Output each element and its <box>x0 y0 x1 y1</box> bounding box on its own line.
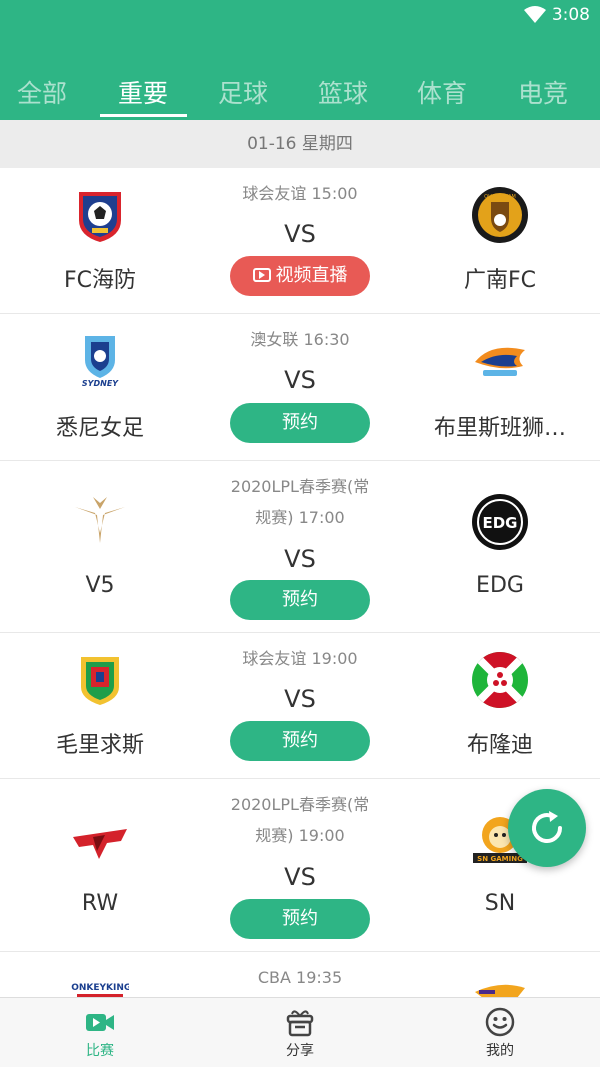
wifi-icon <box>524 6 546 23</box>
book-button[interactable]: 预约 <box>230 721 370 761</box>
brisbane-roar-logo-icon <box>475 347 525 376</box>
live-video-button[interactable]: 视频直播 <box>230 256 370 296</box>
monkeykings-logo-icon: MONKEYKINGS <box>71 983 129 997</box>
home-team-name: V5 <box>85 573 115 598</box>
video-icon <box>86 1014 114 1031</box>
league-time: 澳女联 16:30 <box>250 330 350 349</box>
away-team-name: EDG <box>476 573 524 598</box>
book-button[interactable]: 预约 <box>230 403 370 443</box>
match-list[interactable]: 01-16 星期四 FC海防 球会友谊 15:00 VS 视频直播 QUANG … <box>0 120 600 997</box>
vs-label: VS <box>284 545 316 573</box>
away-team-name: 布里斯班狮… <box>433 416 566 441</box>
match-row[interactable]: 毛里求斯 球会友谊 19:00 VS 预约 布隆迪 <box>0 633 600 779</box>
home-team-name: 悉尼女足 <box>55 416 144 441</box>
away-team-name: SN <box>484 891 516 916</box>
league-time: 球会友谊 19:00 <box>242 649 358 668</box>
gift-icon <box>286 1010 314 1037</box>
league-time-line1: 2020LPL春季赛(常 <box>230 795 370 814</box>
svg-text:SN GAMING: SN GAMING <box>477 855 523 863</box>
header: 3:08 全部 重要 足球 篮球 体育 电竞 <box>0 0 600 120</box>
away-team-name: 布隆迪 <box>466 733 533 758</box>
mauritius-logo-icon <box>81 657 119 705</box>
refresh-button[interactable] <box>508 789 586 867</box>
league-time-line2: 规赛) 17:00 <box>255 508 345 527</box>
nav-share-label: 分享 <box>286 1043 314 1059</box>
tab-all[interactable]: 全部 <box>0 70 92 118</box>
live-button-label: 视频直播 <box>275 265 348 286</box>
tab-sports[interactable]: 体育 <box>392 70 492 118</box>
svg-text:QUANG NAM: QUANG NAM <box>484 194 516 200</box>
match-row[interactable]: SYDNEY 悉尼女足 澳女联 16:30 VS 预约 布里斯班狮… <box>0 314 600 461</box>
nav-share[interactable]: 分享 <box>200 998 400 1067</box>
tab-basketball[interactable]: 篮球 <box>293 70 393 118</box>
nav-matches-label: 比赛 <box>86 1043 114 1059</box>
svg-text:MONKEYKINGS: MONKEYKINGS <box>71 983 129 993</box>
vs-label: VS <box>284 685 316 713</box>
vs-label: VS <box>284 220 316 248</box>
status-time: 3:08 <box>551 5 590 25</box>
home-team-name: 毛里求斯 <box>55 733 144 758</box>
nav-profile-label: 我的 <box>486 1043 514 1059</box>
active-tab-indicator <box>100 114 187 117</box>
smiley-icon <box>485 1007 515 1037</box>
tab-football[interactable]: 足球 <box>193 70 293 118</box>
rw-logo-icon <box>73 829 127 859</box>
league-time: 球会友谊 15:00 <box>242 184 358 203</box>
book-button[interactable]: 预约 <box>230 899 370 939</box>
league-time: CBA 19:35 <box>257 968 343 987</box>
tab-important[interactable]: 重要 <box>93 70 193 118</box>
category-tabs: 全部 重要 足球 篮球 体育 电竞 <box>0 70 600 120</box>
nav-matches[interactable]: 比赛 <box>0 998 200 1067</box>
vs-label: VS <box>284 366 316 394</box>
match-row[interactable]: MONKEYKINGS CBA 19:35 <box>0 952 600 997</box>
burundi-flag-icon <box>472 652 528 708</box>
sydney-fc-logo-icon: SYDNEY <box>82 336 119 388</box>
svg-text:EDG: EDG <box>482 514 517 532</box>
match-row[interactable]: FC海防 球会友谊 15:00 VS 视频直播 QUANG NAM 广南FC <box>0 168 600 314</box>
league-time-line2: 规赛) 19:00 <box>255 826 345 845</box>
away-team-name: 广南FC <box>463 268 537 293</box>
svg-text:SYDNEY: SYDNEY <box>82 379 119 388</box>
haiphong-logo-icon <box>79 192 121 242</box>
cba-team-logo-icon <box>475 984 525 997</box>
refresh-icon <box>532 811 562 844</box>
status-bar: 3:08 <box>0 0 600 32</box>
book-button[interactable]: 预约 <box>230 580 370 620</box>
tv-icon <box>252 268 271 282</box>
quangnam-logo-icon: QUANG NAM <box>472 187 528 243</box>
match-row[interactable]: V5 2020LPL春季赛(常 规赛) 17:00 VS 预约 EDG EDG <box>0 461 600 633</box>
date-header: 01-16 星期四 <box>0 120 600 168</box>
match-row[interactable]: RW 2020LPL春季赛(常 规赛) 19:00 VS 预约 SN GAMIN… <box>0 779 600 952</box>
home-team-name: RW <box>81 891 119 916</box>
vs-label: VS <box>284 863 316 891</box>
bottom-navigation: 比赛 分享 我的 <box>0 997 600 1067</box>
v5-logo-icon <box>75 497 125 543</box>
league-time-line1: 2020LPL春季赛(常 <box>230 477 370 496</box>
home-team-name: FC海防 <box>63 268 137 293</box>
edg-logo-icon: EDG <box>472 494 528 550</box>
nav-profile[interactable]: 我的 <box>400 998 600 1067</box>
tab-esports[interactable]: 电竞 <box>493 70 593 118</box>
